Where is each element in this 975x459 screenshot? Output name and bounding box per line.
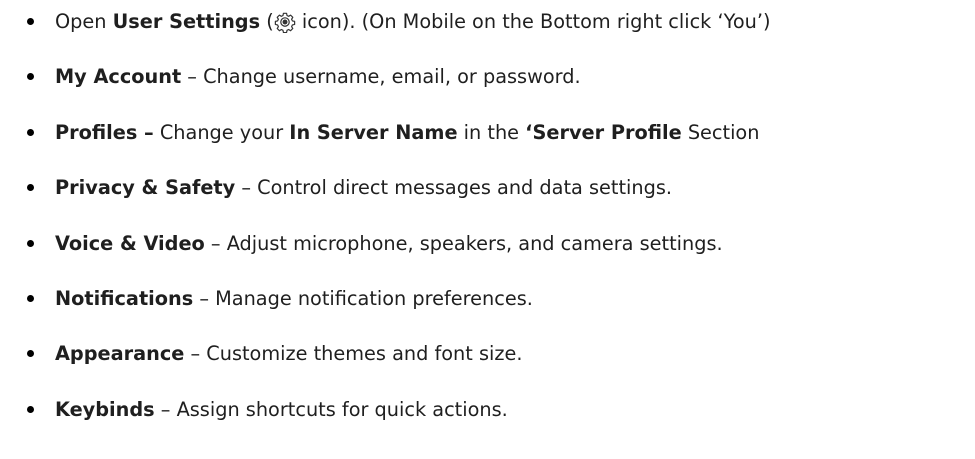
bold-term: Appearance (55, 342, 185, 366)
list-item: Appearance – Customize themes and font s… (0, 341, 975, 396)
bullet-marker (27, 294, 34, 302)
list-item: Notifications – Manage notification pref… (0, 286, 975, 341)
item-text: – Manage notification preferences. (193, 286, 533, 310)
bold-term: Keybinds (55, 397, 155, 421)
list-item: Privacy & Safety – Control direct messag… (0, 175, 975, 230)
list-item: Keybinds – Assign shortcuts for quick ac… (0, 397, 975, 452)
bullet-marker (27, 128, 34, 136)
bullet-marker (27, 239, 34, 247)
bullet-marker (27, 184, 34, 192)
document: Open User Settings ( icon). (On Mobile o… (0, 0, 975, 459)
bold-term: Notifications (55, 286, 194, 310)
item-text: in the (457, 120, 526, 144)
item-text: – Change username, email, or password. (181, 65, 581, 89)
item-text: Change your (153, 120, 290, 144)
list-item: Voice & Video – Adjust microphone, speak… (0, 231, 975, 286)
bold-term: In Server Name (289, 120, 458, 144)
item-text: – Assign shortcuts for quick actions. (154, 397, 508, 421)
bold-term: My Account (55, 65, 182, 89)
bold-term: ‘Server Profile (525, 120, 682, 144)
bold-term: Profiles – (55, 120, 154, 144)
item-text: icon). (On Mobile on the Bottom right cl… (295, 10, 771, 33)
item-text: – Customize themes and font size. (184, 342, 523, 366)
bullet-marker (27, 350, 34, 358)
item-text: Open (55, 10, 113, 33)
item-text: ( (260, 10, 274, 33)
bold-term: Privacy & Safety (55, 176, 236, 200)
item-text: – Adjust microphone, speakers, and camer… (204, 231, 723, 255)
item-text: – Control direct messages and data setti… (235, 176, 673, 200)
item-text: Section (681, 120, 760, 144)
gear-icon (274, 12, 295, 33)
bold-term: Voice & Video (55, 231, 205, 255)
bullet-marker (27, 73, 34, 81)
list-item: Open User Settings ( icon). (On Mobile o… (0, 9, 975, 64)
bullet-marker (27, 18, 34, 25)
settings-bullet-list: Open User Settings ( icon). (On Mobile o… (0, 9, 975, 452)
list-item: My Account – Change username, email, or … (0, 64, 975, 119)
bold-term: User Settings (112, 10, 261, 33)
bullet-marker (27, 405, 34, 413)
list-item: Profiles – Change your In Server Name in… (0, 120, 975, 175)
